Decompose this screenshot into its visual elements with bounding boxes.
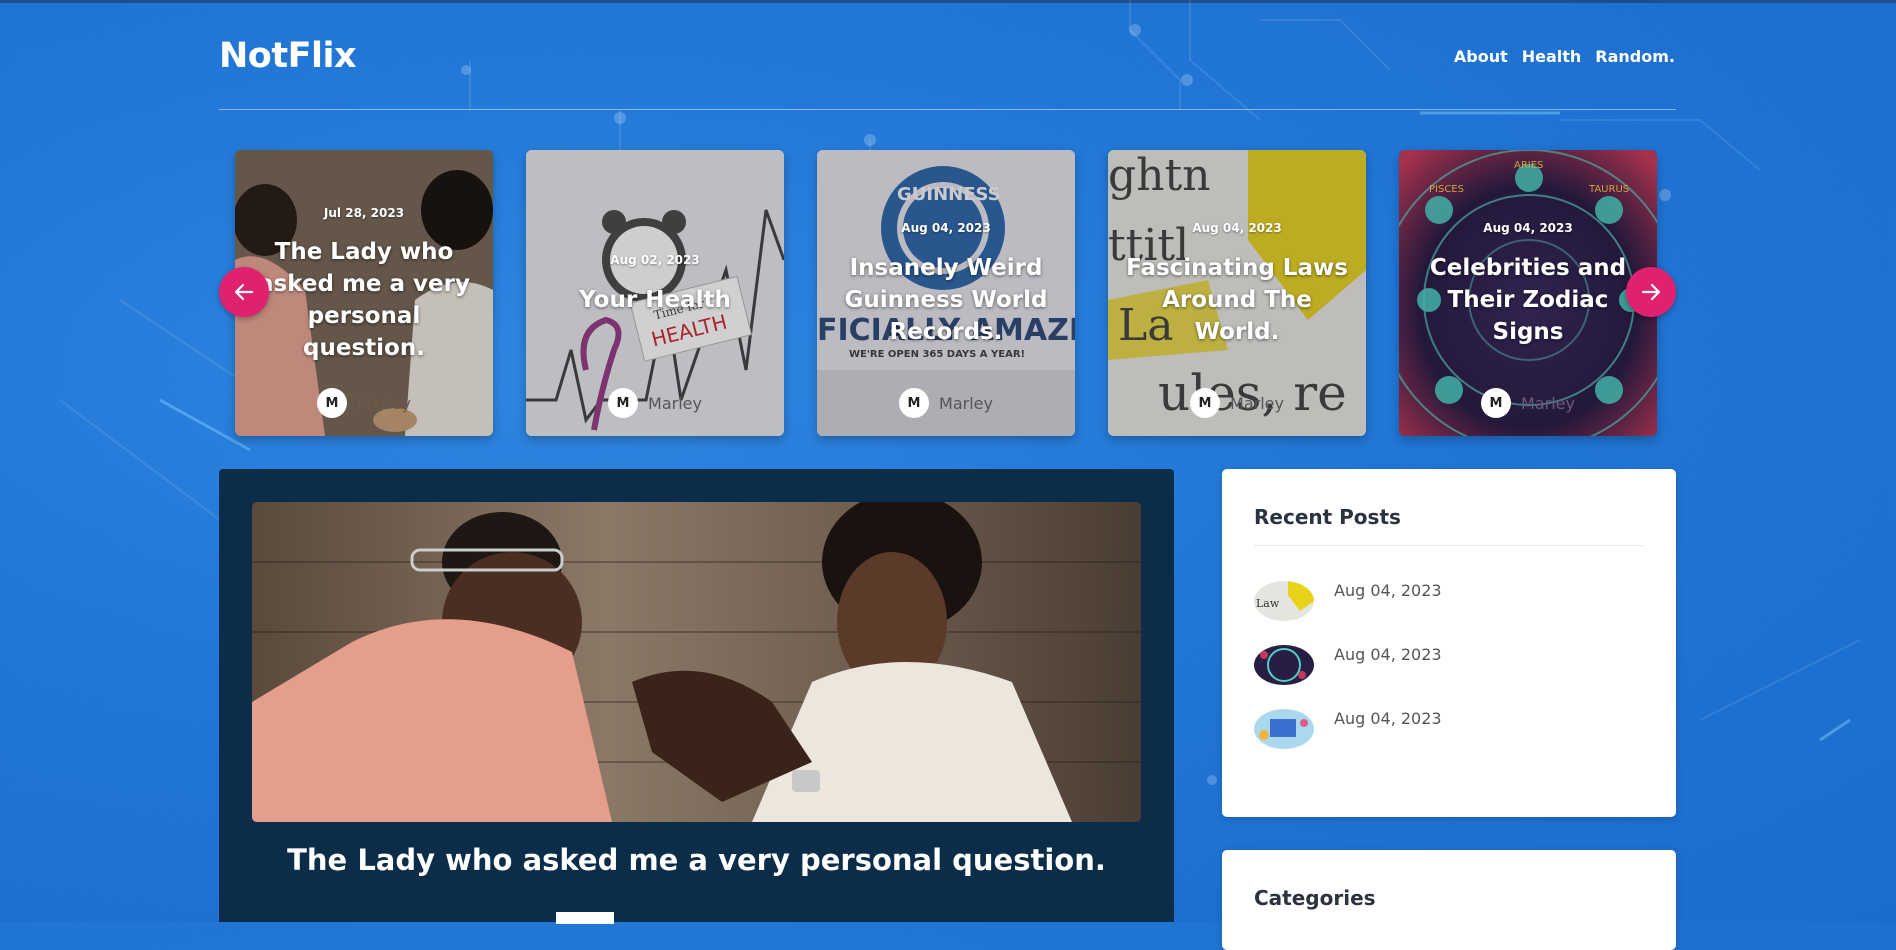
widget-divider: [1254, 545, 1644, 546]
card-title[interactable]: Fascinating Laws Around The World.: [1118, 252, 1356, 348]
author-avatar: M: [1481, 388, 1512, 418]
recent-post-thumbnail[interactable]: [1254, 645, 1314, 685]
featured-author-chip: [556, 912, 614, 924]
carousel-next-button[interactable]: [1626, 267, 1676, 317]
author-name[interactable]: Marley: [357, 394, 411, 413]
card-title[interactable]: Insanely Weird Guinness World Records.: [827, 252, 1065, 348]
top-border: [0, 0, 1896, 3]
carousel-prev-button[interactable]: [219, 267, 269, 317]
card-date: Aug 04, 2023: [901, 221, 991, 235]
header-divider: [219, 109, 1676, 110]
featured-photo: [252, 502, 1141, 822]
featured-image[interactable]: [252, 502, 1141, 822]
card-title[interactable]: Celebrities and Their Zodiac Signs: [1409, 252, 1647, 348]
recent-post-item[interactable]: Aug 04, 2023: [1254, 645, 1442, 685]
author-name[interactable]: Marley: [1230, 394, 1284, 413]
card-author: M Marley: [235, 388, 493, 418]
recent-posts-widget: Recent Posts Law Aug 04, 2023 Aug 04, 20…: [1222, 469, 1676, 817]
carousel-card[interactable]: PISCES ARIES TAURUS Aug 04, 2023 Celebri…: [1399, 150, 1657, 436]
recent-post-date: Aug 04, 2023: [1334, 645, 1442, 664]
card-date: Aug 02, 2023: [610, 253, 700, 267]
author-name[interactable]: Marley: [939, 394, 993, 413]
card-author: M Marley: [526, 388, 784, 418]
recent-post-date: Aug 04, 2023: [1334, 709, 1442, 728]
nav-link-random[interactable]: Random.: [1595, 47, 1675, 66]
recent-post-item[interactable]: Law Aug 04, 2023: [1254, 581, 1442, 621]
carousel-card[interactable]: GUINNESS FICIALLY AMAZI WE'RE OPEN 365 D…: [817, 150, 1075, 436]
author-avatar: M: [608, 388, 639, 418]
nav-link-health[interactable]: Health: [1522, 47, 1582, 66]
carousel-card[interactable]: Jul 28, 2023 The Lady who asked me a ver…: [235, 150, 493, 436]
author-name[interactable]: Marley: [648, 394, 702, 413]
author-avatar: M: [899, 388, 930, 418]
card-author: M Marley: [1108, 388, 1366, 418]
recent-post-item[interactable]: Aug 04, 2023: [1254, 709, 1442, 749]
carousel-card[interactable]: Time for HEALTH Aug 02, 2023 Your Health…: [526, 150, 784, 436]
card-author: M Marley: [817, 388, 1075, 418]
recent-post-thumbnail[interactable]: Law: [1254, 581, 1314, 621]
card-title[interactable]: Your Health: [536, 284, 774, 316]
recent-post-thumbnail[interactable]: [1254, 709, 1314, 749]
nav-link-about[interactable]: About: [1454, 47, 1508, 66]
main-nav: About Health Random.: [1454, 47, 1675, 66]
card-date: Aug 04, 2023: [1192, 221, 1282, 235]
card-date: Jul 28, 2023: [323, 206, 405, 220]
card-date: Aug 04, 2023: [1483, 221, 1573, 235]
author-avatar: M: [317, 388, 348, 418]
categories-heading: Categories: [1254, 886, 1376, 910]
card-title[interactable]: The Lady who asked me a very personal qu…: [245, 236, 483, 364]
site-logo[interactable]: NotFlix: [219, 36, 357, 76]
arrow-right-icon: [1641, 283, 1661, 301]
author-avatar: M: [1190, 388, 1221, 418]
recent-post-date: Aug 04, 2023: [1334, 581, 1442, 600]
arrow-left-icon: [234, 283, 254, 301]
svg-text:Law: Law: [1256, 597, 1280, 610]
categories-widget: Categories: [1222, 850, 1676, 950]
featured-title[interactable]: The Lady who asked me a very personal qu…: [219, 843, 1174, 877]
author-name[interactable]: Marley: [1521, 394, 1575, 413]
recent-posts-heading: Recent Posts: [1254, 505, 1401, 529]
carousel-card[interactable]: ghtn ttitl La ules, re Aug 04, 2023 Fasc…: [1108, 150, 1366, 436]
featured-post-panel: The Lady who asked me a very personal qu…: [219, 469, 1174, 924]
card-author: M Marley: [1399, 388, 1657, 418]
